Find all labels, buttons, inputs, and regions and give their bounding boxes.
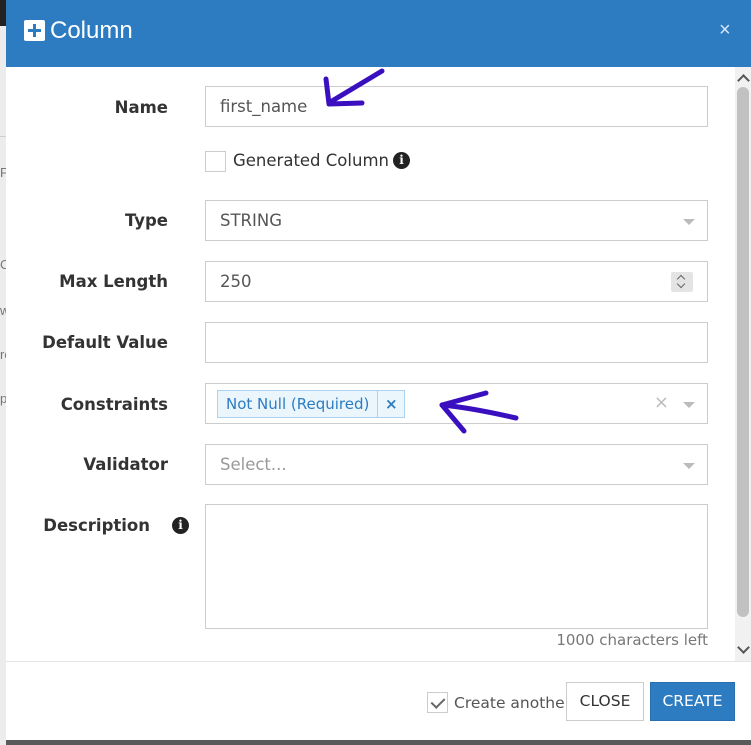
constraint-tag: Not Null (Required) × xyxy=(217,390,406,418)
chevron-down-icon xyxy=(683,402,695,408)
info-icon[interactable]: i xyxy=(172,517,189,534)
clear-icon[interactable]: × xyxy=(654,393,669,413)
max-length-input[interactable]: 250 xyxy=(205,261,708,302)
close-icon[interactable]: × xyxy=(719,20,731,40)
scroll-down-icon[interactable] xyxy=(735,642,751,656)
description-label: Description xyxy=(43,516,150,535)
dialog-header: Column × xyxy=(6,0,751,67)
generated-column-checkbox[interactable] xyxy=(205,151,226,172)
create-button[interactable]: CREATE xyxy=(650,682,735,721)
number-spinner-icon[interactable] xyxy=(671,272,693,292)
max-length-value: 250 xyxy=(220,272,252,291)
generated-column-label: Generated Column xyxy=(233,151,389,170)
type-select[interactable]: STRING xyxy=(205,200,708,241)
default-value-input[interactable] xyxy=(205,322,708,363)
annotation-arrow-constraints xyxy=(439,390,519,434)
characters-left-counter: 1000 characters left xyxy=(556,631,708,649)
type-label: Type xyxy=(124,211,168,230)
default-value-label: Default Value xyxy=(42,333,168,352)
dialog-body: Name first_name Generated Column i Type … xyxy=(6,67,735,661)
dialog-footer: Create another CLOSE CREATE xyxy=(6,661,751,740)
scrollbar-thumb[interactable] xyxy=(737,87,749,617)
validator-label: Validator xyxy=(83,455,168,474)
dialog-scrollbar[interactable] xyxy=(735,67,751,661)
validator-select[interactable]: Select... xyxy=(205,444,708,485)
create-another-checkbox[interactable] xyxy=(427,692,448,713)
scroll-up-icon[interactable] xyxy=(735,71,751,85)
column-dialog: Column × Name first_name Generated Colum… xyxy=(6,0,751,740)
info-icon[interactable]: i xyxy=(393,152,410,169)
annotation-arrow-name xyxy=(323,68,385,107)
constraints-label: Constraints xyxy=(60,395,168,414)
dialog-title: Column xyxy=(50,17,133,44)
plus-square-icon xyxy=(24,20,45,41)
chevron-down-icon xyxy=(683,219,695,225)
validator-placeholder: Select... xyxy=(220,455,287,474)
name-label: Name xyxy=(114,98,168,117)
type-select-value: STRING xyxy=(220,211,283,230)
description-textarea[interactable] xyxy=(205,504,708,629)
chevron-down-icon xyxy=(683,463,695,469)
max-length-label: Max Length xyxy=(59,272,168,291)
close-button[interactable]: CLOSE xyxy=(566,682,644,721)
tag-remove-icon[interactable]: × xyxy=(378,391,404,417)
constraint-tag-label: Not Null (Required) xyxy=(218,391,379,417)
name-input[interactable]: first_name xyxy=(205,86,708,127)
create-another-label: Create another xyxy=(454,694,572,712)
